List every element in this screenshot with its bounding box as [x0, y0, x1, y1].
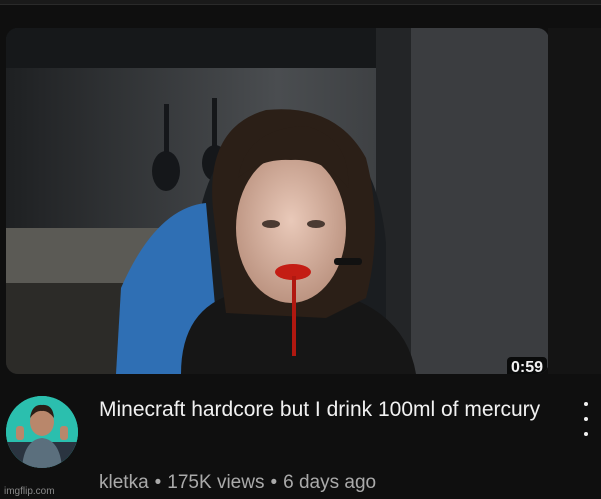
upload-age: 6 days ago — [283, 472, 377, 493]
video-meta: kletka • 175K views • 6 days ago — [99, 471, 376, 495]
channel-name[interactable]: kletka — [99, 472, 149, 493]
video-thumbnail[interactable]: 0:59 — [6, 28, 549, 374]
more-dot — [584, 402, 588, 406]
thumbnail-image — [6, 28, 549, 374]
channel-avatar[interactable] — [6, 396, 78, 468]
meta-separator: • — [154, 472, 162, 493]
video-title[interactable]: Minecraft hardcore but I drink 100ml of … — [99, 396, 559, 424]
watermark: imgflip.com — [4, 486, 55, 497]
view-count: 175K views — [167, 472, 265, 493]
more-dot — [584, 417, 588, 421]
duration-badge: 0:59 — [506, 357, 547, 374]
more-dot — [584, 432, 588, 436]
thumbnail-edge — [548, 28, 601, 374]
top-strip — [0, 0, 601, 5]
more-options-icon[interactable] — [574, 402, 598, 436]
avatar-image — [6, 396, 78, 468]
meta-separator: • — [270, 472, 278, 493]
